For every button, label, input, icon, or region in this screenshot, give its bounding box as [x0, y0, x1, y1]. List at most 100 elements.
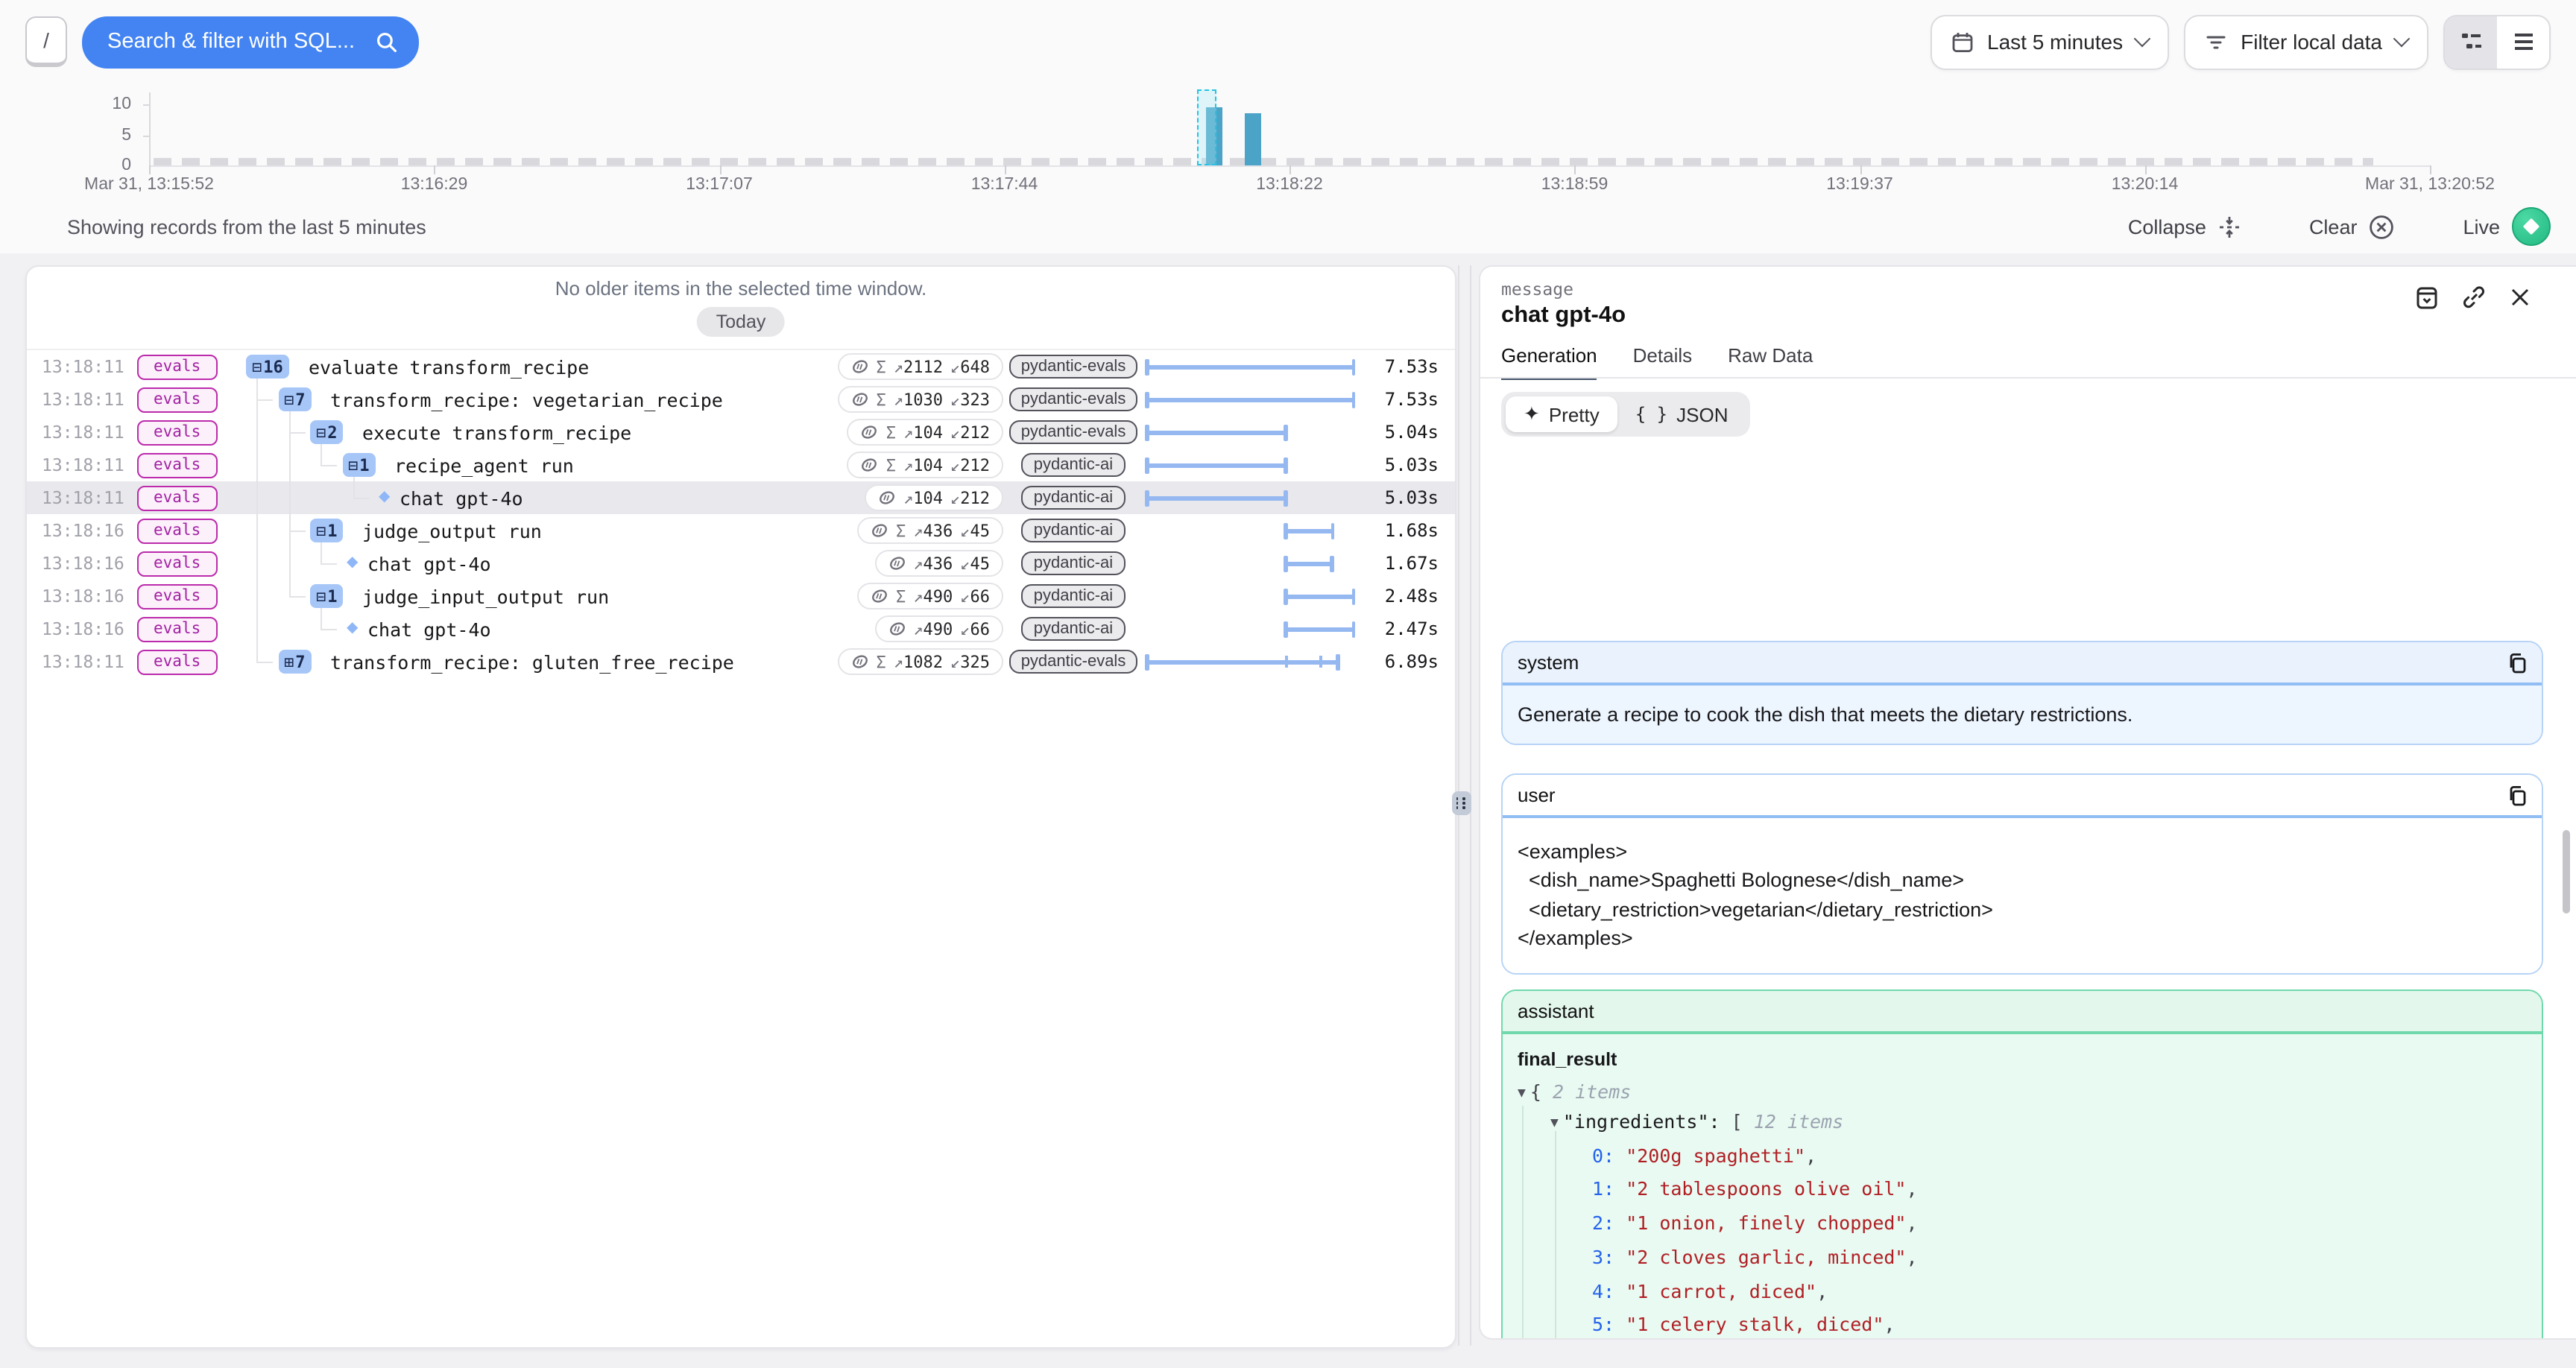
json-root-line[interactable]: ▼{ 2 items — [1518, 1078, 2527, 1109]
tab-raw-data[interactable]: Raw Data — [1728, 344, 1813, 380]
token-usage-pill[interactable]: Σ↗1082↙325 — [838, 648, 1004, 675]
detail-panel: message chat gpt-4o Generation Details R… — [1479, 265, 2576, 1340]
splitter-drag-handle[interactable] — [1452, 791, 1471, 815]
coin-icon — [861, 455, 879, 475]
arrow-down-left-icon: ↙ — [950, 455, 960, 475]
trace-row[interactable]: 13:18:16evals⊟1judge_output runΣ↗436↙45p… — [27, 514, 1455, 547]
list-view-toggle[interactable] — [2497, 16, 2549, 68]
evals-badge: evals — [137, 387, 217, 412]
token-pill-column: Σ↗104↙212 — [593, 416, 1003, 449]
clear-button[interactable]: Clear — [2309, 214, 2395, 239]
tree-connector-line — [256, 379, 258, 662]
copy-icon[interactable] — [2507, 652, 2527, 673]
histogram-bar[interactable] — [1245, 113, 1261, 165]
span-name[interactable]: evaluate transform_recipe — [309, 356, 589, 379]
token-usage-pill[interactable]: Σ↗2112↙648 — [838, 353, 1004, 380]
trace-row[interactable]: 13:18:11evals⊟16evaluate transform_recip… — [27, 350, 1455, 383]
copy-link-icon[interactable] — [2461, 285, 2487, 310]
collapse-button[interactable]: Collapse — [2128, 215, 2241, 238]
token-usage-pill[interactable]: Σ↗436↙45 — [857, 517, 1003, 544]
duration-bar-cap — [1145, 358, 1149, 375]
collapse-children-badge[interactable]: ⊟1 — [310, 519, 344, 542]
token-usage-pill[interactable]: Σ↗490↙66 — [857, 583, 1003, 609]
span-name[interactable]: execute transform_recipe — [362, 422, 631, 444]
live-toggle[interactable]: Live — [2463, 207, 2551, 246]
search-button[interactable]: Search & filter with SQL... — [82, 16, 419, 68]
trace-row[interactable]: 13:18:11evals⊟1recipe_agent runΣ↗104↙212… — [27, 449, 1455, 481]
span-name[interactable]: chat gpt-4o — [367, 618, 491, 641]
tree-view-toggle[interactable] — [2445, 16, 2497, 68]
span-name[interactable]: chat gpt-4o — [367, 553, 491, 575]
minus-square-icon: ⊟ — [348, 455, 358, 475]
filter-icon — [2205, 31, 2227, 53]
time-range-dropdown[interactable]: Last 5 minutes — [1931, 14, 2169, 69]
scroll-to-row-icon[interactable] — [2415, 285, 2439, 309]
token-usage-pill[interactable]: Σ↗104↙212 — [847, 452, 1003, 478]
json-array-item: 1: "2 tablespoons olive oil", — [1518, 1174, 2527, 1208]
tab-details[interactable]: Details — [1633, 344, 1693, 380]
token-usage-pill[interactable]: ↗436↙45 — [874, 550, 1003, 577]
duration-bar — [1285, 627, 1354, 632]
coin-icon — [888, 554, 906, 573]
instrumentation-tag: pydantic-ai — [1022, 453, 1125, 477]
collapse-children-badge[interactable]: ⊟1 — [310, 584, 344, 608]
arrow-up-right-icon: ↗ — [903, 422, 913, 442]
close-icon[interactable] — [2509, 286, 2531, 308]
x-axis-tick — [435, 165, 436, 174]
token-pill-column: Σ↗1030↙323 — [593, 383, 1003, 416]
token-pill-column: ↗490↙66 — [593, 612, 1003, 645]
tabs-divider — [1480, 377, 2576, 379]
collapse-children-badge[interactable]: ⊟16 — [246, 355, 289, 379]
span-name[interactable]: judge_input_output run — [362, 586, 609, 608]
span-name[interactable]: chat gpt-4o — [400, 487, 523, 510]
trace-row[interactable]: 13:18:11evals◆chat gpt-4o↗104↙212pydanti… — [27, 481, 1455, 514]
token-usage-pill[interactable]: Σ↗104↙212 — [847, 419, 1003, 446]
evals-badge: evals — [137, 485, 217, 510]
duration-bar-cap — [1145, 490, 1149, 506]
x-axis-tick-label: 13:17:44 — [908, 176, 1102, 194]
duration-bar-track — [1145, 580, 1355, 612]
span-name[interactable]: recipe_agent run — [394, 455, 574, 477]
duration-bar-cap — [1145, 457, 1149, 473]
trace-row[interactable]: 13:18:11evals⊟2execute transform_recipeΣ… — [27, 416, 1455, 449]
span-name[interactable]: judge_output run — [362, 520, 542, 542]
expand-children-badge[interactable]: ⊞7 — [278, 650, 312, 674]
detail-scrollbar-thumb[interactable] — [2563, 830, 2570, 913]
records-histogram[interactable]: 0510Mar 31, 13:15:5213:16:2913:17:0713:1… — [0, 83, 2576, 212]
pretty-view-button[interactable]: ✦ Pretty — [1506, 396, 1617, 432]
duration-bar-tick — [1285, 656, 1288, 668]
trace-rows: 13:18:11 evals ⊟16 evaluate transform_recip… — [27, 349, 1455, 678]
trace-row[interactable]: 13:18:11evals⊞7transform_recipe: gluten_… — [27, 645, 1455, 678]
trace-row[interactable]: 13:18:11evals⊟7transform_recipe: vegetar… — [27, 383, 1455, 416]
trace-row[interactable]: 13:18:16evals⊟1judge_input_output runΣ↗4… — [27, 580, 1455, 612]
collapse-children-badge[interactable]: ⊟2 — [310, 420, 344, 444]
trace-row[interactable]: 13:18:16evals◆chat gpt-4o↗436↙45pydantic… — [27, 547, 1455, 580]
evals-badge: evals — [137, 419, 217, 445]
coin-icon — [871, 586, 888, 606]
trace-row[interactable]: 13:18:16evals◆chat gpt-4o↗490↙66pydantic… — [27, 612, 1455, 645]
collapse-icon — [2218, 215, 2241, 238]
y-axis-tick — [143, 104, 149, 106]
calendar-icon — [1951, 31, 1974, 53]
duration-bar — [1285, 528, 1332, 533]
json-array-item: 2: "1 onion, finely chopped", — [1518, 1207, 2527, 1241]
arrow-down-left-icon: ↙ — [960, 619, 970, 639]
chevron-down-icon[interactable]: ▼ — [1518, 1081, 1526, 1107]
duration-bar-track — [1145, 481, 1355, 514]
json-tree: ▼{ 2 items▼"ingredients": [ 12 items0: "… — [1518, 1078, 2527, 1338]
filter-local-data-dropdown[interactable]: Filter local data — [2184, 14, 2428, 69]
tab-generation[interactable]: Generation — [1501, 344, 1597, 380]
copy-icon[interactable] — [2507, 785, 2527, 805]
evals-badge: evals — [137, 583, 217, 609]
tree-connector-elbow — [288, 432, 305, 434]
token-usage-pill[interactable]: Σ↗1030↙323 — [838, 386, 1004, 413]
json-ingredients-line[interactable]: ▼"ingredients": [ 12 items — [1518, 1109, 2527, 1139]
collapse-children-badge[interactable]: ⊟1 — [342, 453, 376, 477]
token-usage-pill[interactable]: ↗104↙212 — [865, 484, 1003, 511]
instrumentation-tag: pydantic-ai — [1022, 617, 1125, 641]
json-view-button[interactable]: { } JSON — [1617, 396, 1746, 432]
token-usage-pill[interactable]: ↗490↙66 — [874, 615, 1003, 642]
collapse-children-badge[interactable]: ⊟7 — [278, 387, 312, 411]
row-timestamp: 13:18:11 — [42, 455, 124, 475]
user-message-card: user <examples> <dish_name>Spaghetti Bol… — [1501, 773, 2543, 974]
